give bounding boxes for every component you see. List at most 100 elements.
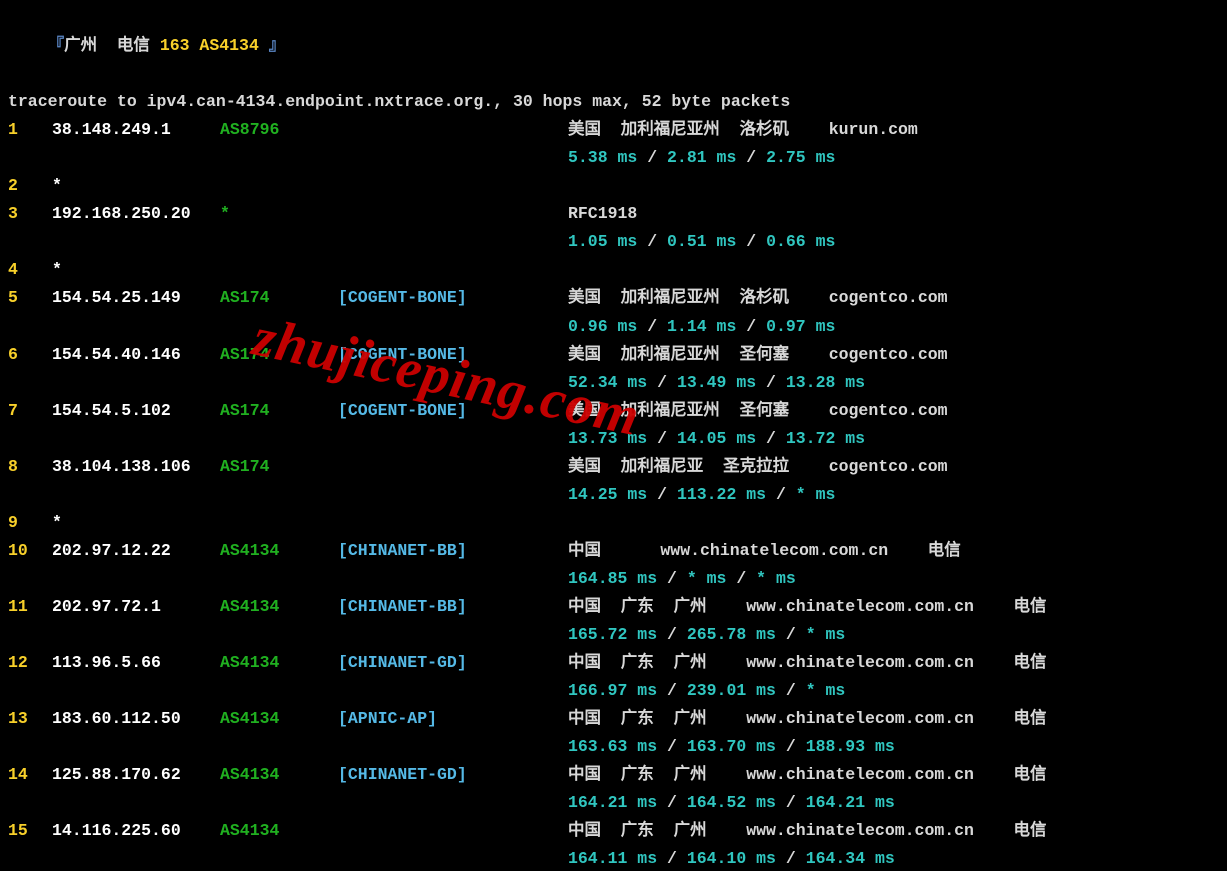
hop-location: 美国 加利福尼亚州 圣何塞 cogentco.com: [568, 341, 1219, 369]
ping-value: 164.21 ms: [806, 789, 895, 817]
hop-asn: [220, 509, 338, 537]
hop-tag: [COGENT-BONE]: [338, 284, 568, 312]
hop-location: 美国 加利福尼亚州 洛杉矶 kurun.com: [568, 116, 1219, 144]
hop-number: 3: [8, 200, 52, 228]
ping-value: 2.75 ms: [766, 144, 835, 172]
ping-separator: /: [637, 144, 667, 172]
hop-asn: [220, 172, 338, 200]
ping-value: 164.10 ms: [687, 845, 776, 871]
ping-value: 113.22 ms: [677, 481, 766, 509]
hop-ping-row: 164.21 ms / 164.52 ms / 164.21 ms: [8, 789, 1219, 817]
hop-asn: AS4134: [220, 761, 338, 789]
hop-row: 3192.168.250.20*RFC1918: [8, 200, 1219, 228]
ping-value: * ms: [806, 621, 846, 649]
hop-ping-row: 165.72 ms / 265.78 ms / * ms: [8, 621, 1219, 649]
hop-tag: [CHINANET-BB]: [338, 537, 568, 565]
ping-value: 13.28 ms: [786, 369, 865, 397]
ping-value: 239.01 ms: [687, 677, 776, 705]
ping-value: 163.63 ms: [568, 733, 657, 761]
hop-asn: *: [220, 200, 338, 228]
hop-number: 13: [8, 705, 52, 733]
hop-ip: 113.96.5.66: [52, 649, 220, 677]
ping-value: 164.11 ms: [568, 845, 657, 871]
hop-number: 9: [8, 509, 52, 537]
hop-location: 中国 www.chinatelecom.com.cn 电信: [568, 537, 1219, 565]
hop-asn: AS174: [220, 397, 338, 425]
ping-separator: /: [657, 789, 687, 817]
ping-value: 1.05 ms: [568, 228, 637, 256]
hop-location: 中国 广东 广州 www.chinatelecom.com.cn 电信: [568, 817, 1219, 845]
ping-value: 163.70 ms: [687, 733, 776, 761]
title-bracket-open: 『: [48, 36, 65, 55]
ping-separator: /: [776, 789, 806, 817]
ping-value: 2.81 ms: [667, 144, 736, 172]
ping-separator: /: [776, 621, 806, 649]
ping-value: 52.34 ms: [568, 369, 647, 397]
hop-tag: [338, 172, 568, 200]
hop-ip: *: [52, 172, 220, 200]
hop-number: 15: [8, 817, 52, 845]
hop-number: 11: [8, 593, 52, 621]
ping-value: 5.38 ms: [568, 144, 637, 172]
ping-value: * ms: [687, 565, 727, 593]
hop-tag: [338, 116, 568, 144]
ping-separator: /: [657, 845, 687, 871]
hop-location: 美国 加利福尼亚州 圣何塞 cogentco.com: [568, 397, 1219, 425]
hop-asn: AS4134: [220, 593, 338, 621]
hop-row: 1514.116.225.60AS4134中国 广东 广州 www.chinat…: [8, 817, 1219, 845]
hop-tag: [338, 200, 568, 228]
hop-ip: 192.168.250.20: [52, 200, 220, 228]
hop-number: 10: [8, 537, 52, 565]
hop-ping-row: 14.25 ms / 113.22 ms / * ms: [8, 481, 1219, 509]
ping-value: 0.96 ms: [568, 313, 637, 341]
hop-ip: 154.54.5.102: [52, 397, 220, 425]
hop-row: 6154.54.40.146AS174[COGENT-BONE]美国 加利福尼亚…: [8, 341, 1219, 369]
ping-separator: /: [776, 845, 806, 871]
hop-asn: AS4134: [220, 537, 338, 565]
hop-row: 5154.54.25.149AS174[COGENT-BONE]美国 加利福尼亚…: [8, 284, 1219, 312]
ping-value: 14.25 ms: [568, 481, 647, 509]
hop-ping-row: 0.96 ms / 1.14 ms / 0.97 ms: [8, 313, 1219, 341]
hop-location: 美国 加利福尼亚 圣克拉拉 cogentco.com: [568, 453, 1219, 481]
hop-ip: 183.60.112.50: [52, 705, 220, 733]
hop-ip: 154.54.40.146: [52, 341, 220, 369]
hop-tag: [CHINANET-GD]: [338, 761, 568, 789]
ping-value: 0.97 ms: [766, 313, 835, 341]
hop-asn: AS174: [220, 453, 338, 481]
hop-tag: [APNIC-AP]: [338, 705, 568, 733]
hop-ip: 38.104.138.106: [52, 453, 220, 481]
ping-value: 164.34 ms: [806, 845, 895, 871]
hop-location: [568, 256, 1219, 284]
hop-row: 7154.54.5.102AS174[COGENT-BONE]美国 加利福尼亚州…: [8, 397, 1219, 425]
hop-ping-row: 164.85 ms / * ms / * ms: [8, 565, 1219, 593]
traceroute-title: 『广州 电信 163 AS4134 』: [8, 4, 1219, 88]
ping-value: 1.14 ms: [667, 313, 736, 341]
hop-row: 138.148.249.1AS8796美国 加利福尼亚州 洛杉矶 kurun.c…: [8, 116, 1219, 144]
hop-number: 14: [8, 761, 52, 789]
ping-value: 14.05 ms: [677, 425, 756, 453]
ping-separator: /: [756, 369, 786, 397]
hop-row: 13183.60.112.50AS4134[APNIC-AP]中国 广东 广州 …: [8, 705, 1219, 733]
hop-ip: 14.116.225.60: [52, 817, 220, 845]
hop-ip: *: [52, 256, 220, 284]
ping-separator: /: [637, 228, 667, 256]
ping-value: 164.85 ms: [568, 565, 657, 593]
hop-asn: AS174: [220, 284, 338, 312]
hop-location: 中国 广东 广州 www.chinatelecom.com.cn 电信: [568, 649, 1219, 677]
hop-ping-row: 163.63 ms / 163.70 ms / 188.93 ms: [8, 733, 1219, 761]
ping-value: 164.21 ms: [568, 789, 657, 817]
ping-value: * ms: [796, 481, 836, 509]
ping-value: * ms: [806, 677, 846, 705]
hop-tag: [338, 453, 568, 481]
ping-value: 13.72 ms: [786, 425, 865, 453]
title-location: 广州 电信: [64, 36, 160, 55]
ping-value: 13.73 ms: [568, 425, 647, 453]
hop-ip: *: [52, 509, 220, 537]
ping-separator: /: [776, 733, 806, 761]
ping-value: * ms: [756, 565, 796, 593]
ping-separator: /: [657, 565, 687, 593]
hop-ping-row: 166.97 ms / 239.01 ms / * ms: [8, 677, 1219, 705]
hop-ip: 125.88.170.62: [52, 761, 220, 789]
hop-tag: [338, 817, 568, 845]
hop-number: 5: [8, 284, 52, 312]
